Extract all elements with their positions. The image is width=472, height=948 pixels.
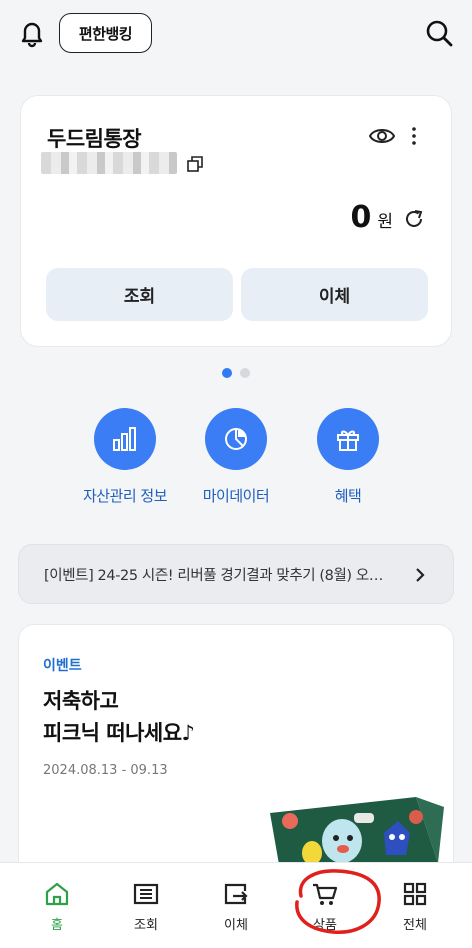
grid-icon xyxy=(403,882,427,906)
promo-title: 저축하고 피크닉 떠나세요♪ xyxy=(43,685,195,749)
tab-label: 조회 xyxy=(134,918,158,933)
account-number-masked xyxy=(41,152,177,174)
card-pagination xyxy=(0,368,472,378)
page-dot-active[interactable] xyxy=(222,368,232,378)
more-vertical-icon[interactable] xyxy=(409,126,419,146)
quick-label: 혜택 xyxy=(334,487,362,505)
tab-home[interactable]: 홈 xyxy=(12,863,102,948)
annotation-circle xyxy=(295,869,381,934)
account-name: 두드림통장 xyxy=(47,127,142,151)
bell-icon[interactable] xyxy=(17,18,47,48)
promo-date: 2024.08.13 - 09.13 xyxy=(43,763,168,778)
tab-transfer[interactable]: 이체 xyxy=(191,863,281,948)
home-icon xyxy=(45,882,69,906)
promo-title-line1: 저축하고 xyxy=(43,689,119,713)
balance-amount: 0 xyxy=(350,200,372,235)
top-header: 편한뱅킹 xyxy=(0,0,472,70)
chevron-right-icon xyxy=(416,568,425,582)
quick-benefits[interactable]: 혜택 xyxy=(278,408,418,506)
transfer-icon xyxy=(224,883,248,905)
copy-icon[interactable] xyxy=(187,156,203,172)
list-icon xyxy=(133,883,159,905)
event-banner-text: [이벤트] 24-25 시즌! 리버풀 경기결과 맞추기 (8월) 오… xyxy=(44,567,383,584)
balance-display: 0 원 xyxy=(350,200,425,235)
bar-chart-icon xyxy=(94,408,156,470)
currency-unit: 원 xyxy=(377,212,393,232)
account-card: 두드림통장 0 원 조회 이체 xyxy=(20,95,452,347)
tab-label: 홈 xyxy=(51,918,63,933)
transfer-button[interactable]: 이체 xyxy=(241,268,428,321)
bottom-tab-bar: 홈 조회 이체 상품 전체 xyxy=(0,862,472,948)
tab-inquiry[interactable]: 조회 xyxy=(101,863,191,948)
pie-chart-icon xyxy=(205,408,267,470)
easy-banking-button[interactable]: 편한뱅킹 xyxy=(59,13,152,53)
refresh-icon[interactable] xyxy=(403,208,425,230)
tab-label: 이체 xyxy=(224,918,248,933)
gift-icon xyxy=(317,408,379,470)
page-dot[interactable] xyxy=(240,368,250,378)
search-icon[interactable] xyxy=(424,18,454,48)
promo-tag: 이벤트 xyxy=(43,658,82,674)
event-banner[interactable]: [이벤트] 24-25 시즌! 리버풀 경기결과 맞추기 (8월) 오… xyxy=(18,544,454,604)
promo-title-line2: 피크닉 떠나세요♪ xyxy=(43,721,195,745)
eye-icon[interactable] xyxy=(369,126,395,146)
inquiry-button[interactable]: 조회 xyxy=(46,268,233,321)
